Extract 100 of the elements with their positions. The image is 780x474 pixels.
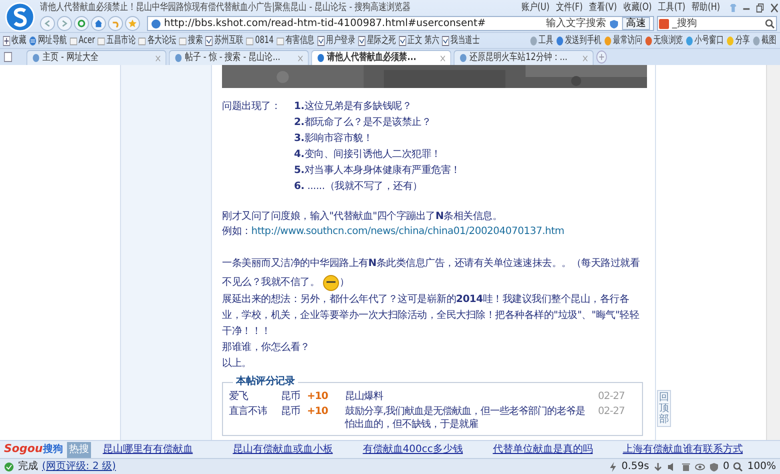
home-icon [94, 19, 103, 28]
bookmark[interactable]: 五昌市论 [98, 34, 136, 46]
user-name: 直言不讳 [229, 405, 268, 418]
bookmark[interactable]: 苏州互联 [206, 34, 244, 46]
currency-label: 昆币 [281, 390, 301, 403]
bookmark[interactable]: 网址导航 [29, 34, 67, 46]
body-text: 问题出现了： [222, 100, 282, 113]
toolbox-icon [530, 36, 538, 46]
page-icon [151, 18, 161, 28]
close-icon[interactable] [440, 54, 446, 62]
toolbar-item[interactable]: 工具 [530, 34, 554, 46]
window-icon [686, 36, 694, 46]
undo-button[interactable] [108, 16, 123, 31]
page-icon [442, 36, 450, 46]
scrollbar[interactable] [766, 65, 780, 440]
page-icon [317, 36, 325, 46]
browser-tab[interactable]: 请他人代替献血必须禁... [311, 50, 452, 65]
sidebar-icon[interactable] [3, 52, 13, 62]
browser-tab[interactable]: 帖子 - 惊 - 搜索 - 昆山论... [168, 50, 309, 65]
menu-item[interactable]: 工具(T) [658, 2, 686, 14]
hot-search-link[interactable]: 代替单位献血是真的吗 [486, 444, 617, 456]
rating-reason: 昆山爆料 [345, 390, 384, 403]
toolbar-item[interactable]: 无痕浏览 [645, 34, 683, 46]
bookmark[interactable]: 有害信息 [276, 34, 314, 46]
trash-icon[interactable] [681, 462, 692, 472]
add-icon [2, 36, 10, 46]
search-field[interactable]: _搜狗 [657, 16, 777, 31]
points: +10 [307, 390, 329, 403]
url-link[interactable]: http://www.southcn.com/news/china/china01/200204070137.htm [251, 226, 564, 237]
body-text: 那谁谁，你怎么看？ [222, 340, 311, 355]
restore-icon[interactable] [755, 2, 765, 12]
bookmark[interactable]: Acer [70, 34, 95, 46]
body-text: 不见么？我就不信了。 [222, 276, 320, 288]
phone-icon [556, 36, 564, 46]
bookmark[interactable]: 0814 [246, 34, 274, 46]
hot-search-link[interactable]: 昆山哪里有有偿献血 [96, 444, 227, 456]
toolbar-item[interactable]: 截图 [752, 34, 776, 46]
new-tab-icon[interactable] [596, 50, 608, 64]
lightning-icon [608, 462, 618, 472]
download-icon[interactable] [653, 462, 664, 472]
bookmark[interactable]: 正文 第六 [398, 34, 440, 46]
panel-title: 本帖评分记录 [233, 376, 298, 388]
toolbar-item[interactable]: 小号窗口 [686, 34, 724, 46]
forward-icon [60, 19, 69, 28]
globe-icon [29, 36, 36, 46]
list-item: 4.变向、间接引诱他人二次犯罪！ [294, 148, 442, 161]
close-icon[interactable] [768, 2, 780, 12]
shirt-icon[interactable] [728, 2, 738, 12]
rating-date: 02-27 [598, 390, 626, 403]
toolbar-item[interactable]: 发送到手机 [556, 34, 602, 46]
refresh-button[interactable] [74, 16, 89, 31]
zoom-icon[interactable] [733, 462, 744, 472]
menu-item[interactable]: 账户(U) [521, 2, 550, 14]
list-item: 3.影响市容市貌！ [294, 132, 374, 145]
bookmark[interactable]: 用户登录 [317, 34, 356, 46]
body-text: 展延出来的想法：另外，都什么年代了？这可是崭新的2014哇！我建议我们整个昆山，各行各业，学校，机关，企业等要举办一次大扫除活动，全民大扫除！把各种各样的"垃圾"、"晦气"轻轻干净！！！ [222, 292, 640, 339]
eye-icon[interactable] [695, 462, 706, 472]
back-to-top-button[interactable]: 回顶部 [657, 390, 671, 427]
list-item: 6. ......（我就不写了，还有） [294, 180, 424, 193]
zoom-level[interactable]: 100% [747, 460, 776, 472]
address-bar[interactable]: http://bbs.kshot.com/read-htm-tid-4100987.html#userconsent# 输入文字搜索 高速 [147, 16, 654, 31]
forward-button[interactable] [57, 16, 72, 31]
hot-search-link[interactable]: 上海有偿献血谁有联系方式 [616, 444, 747, 456]
menu-item[interactable]: 帮助(H) [692, 2, 720, 14]
hot-search-link[interactable]: 有偿献血400cc多少钱 [356, 444, 487, 456]
browser-tab[interactable]: 主页 - 网址大全 [26, 50, 166, 65]
toolbox-icon [752, 36, 760, 46]
menu-item[interactable]: 收藏(O) [623, 2, 652, 14]
folder-icon [179, 36, 187, 46]
toolbar-item[interactable]: 最常访问 [604, 34, 642, 46]
bookmark[interactable]: 各大论坛 [138, 34, 176, 46]
favorite-button[interactable] [125, 16, 140, 31]
folder-icon [276, 36, 284, 46]
bookmark[interactable]: 搜索 [179, 34, 203, 46]
hot-search-link[interactable]: 昆山有偿献血或血小板 [226, 444, 357, 456]
body-text: 一条美丽而又洁净的中华园路上有N条此类信息广告，还请有关单位速速抹去。。（每天路过就看 [222, 256, 641, 271]
bookmark[interactable]: 我当道士 [442, 34, 480, 46]
bookmark[interactable]: 星际之死 [358, 34, 396, 46]
back-button[interactable] [40, 16, 55, 31]
body-text: 例如： [222, 226, 252, 237]
refresh-icon [77, 19, 86, 28]
menu-item[interactable]: 文件(F) [556, 2, 583, 14]
home-button[interactable] [91, 16, 106, 31]
hot-search-label: 热搜 [66, 442, 91, 458]
frequent-icon [604, 36, 612, 46]
sogou-logo: Sogou搜狗 [3, 443, 64, 456]
rating-link[interactable]: (网页评级: 2 级) [42, 460, 116, 472]
turbo-button[interactable]: 高速 [622, 17, 650, 30]
search-icon[interactable] [765, 18, 775, 28]
menu-item[interactable]: 查看(V) [589, 2, 617, 14]
bookmark[interactable]: 收藏 [2, 34, 26, 46]
shield-icon[interactable] [709, 462, 720, 472]
browser-tab[interactable]: 还原昆明火车站12分钟：... [454, 50, 594, 65]
private-icon [645, 36, 652, 46]
list-item: 5.对当事人本身身体健康有严重危害！ [294, 164, 462, 177]
toolbar-item[interactable]: 分享 [726, 34, 750, 46]
rating-reason: 鼓励分享,我们献血是无偿献血，但一些老爷部门的老爷是怕出血的，但不缺钱，于是就雇 [345, 405, 586, 431]
smiley-icon [322, 274, 338, 290]
page-icon [459, 53, 468, 63]
star-icon [128, 19, 137, 28]
